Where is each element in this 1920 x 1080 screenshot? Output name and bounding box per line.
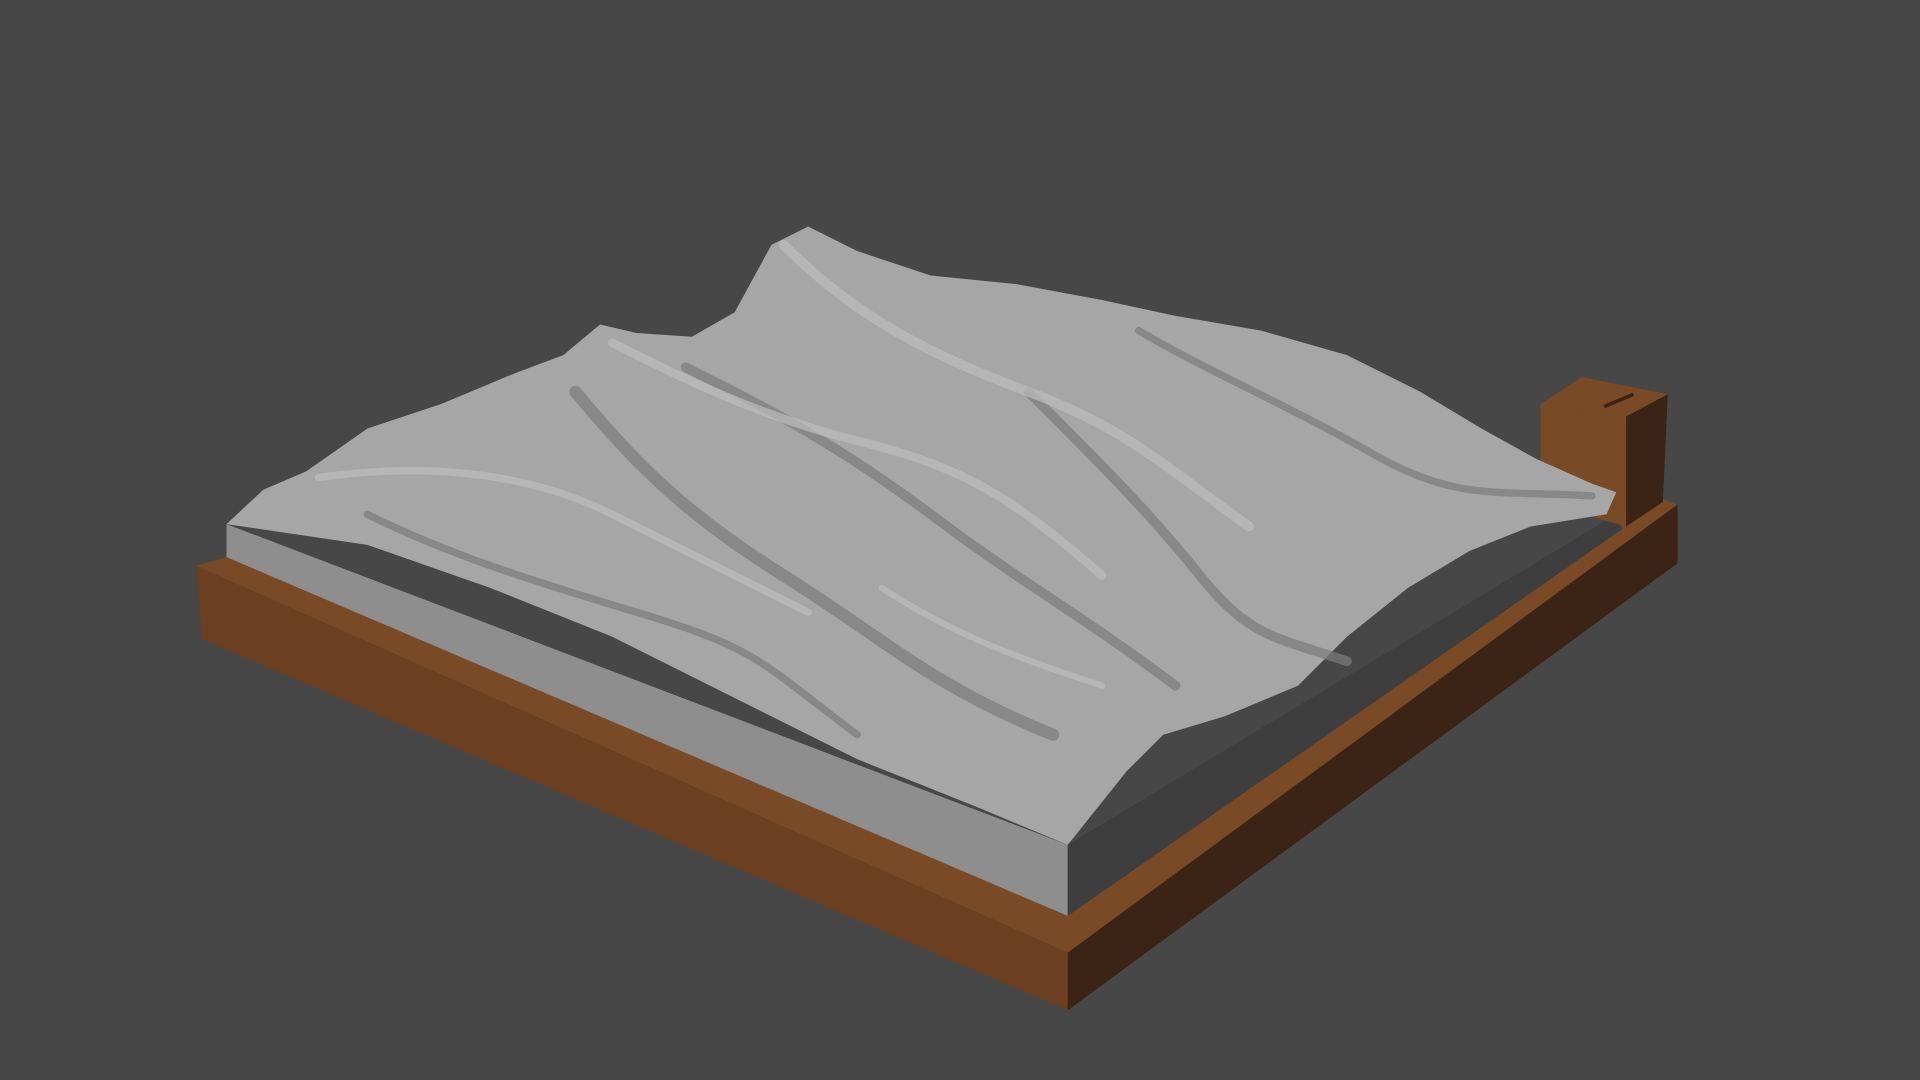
3d-viewport[interactable] bbox=[0, 0, 1920, 1080]
terrain-render bbox=[195, 226, 1678, 1011]
